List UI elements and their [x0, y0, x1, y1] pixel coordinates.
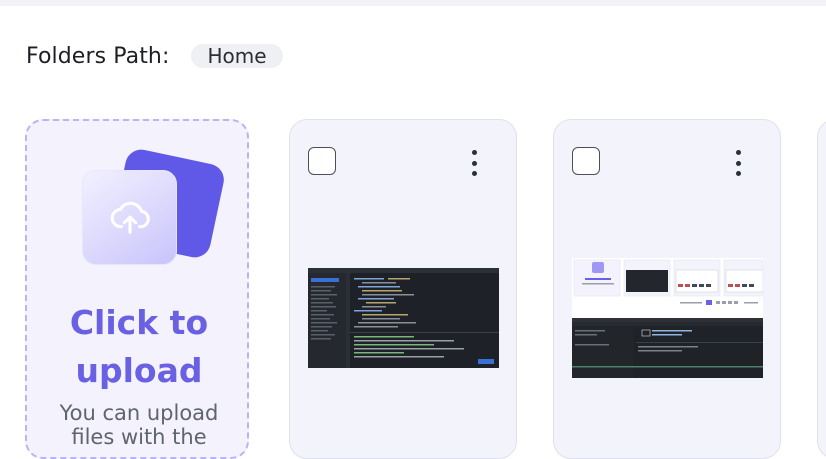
- upload-dropzone[interactable]: Click to upload You can upload files wit…: [25, 119, 249, 459]
- file-thumbnail[interactable]: [572, 258, 763, 378]
- cloud-upload-icon: [82, 170, 177, 265]
- file-card[interactable]: [553, 119, 781, 459]
- upload-title[interactable]: Click to upload: [27, 299, 251, 395]
- select-checkbox[interactable]: [308, 147, 336, 175]
- file-thumbnail[interactable]: [308, 268, 499, 368]
- select-checkbox[interactable]: [572, 147, 600, 175]
- folders-path-row: Folders Path: Home: [26, 41, 283, 71]
- more-options-icon[interactable]: [728, 150, 748, 176]
- file-card[interactable]: [289, 119, 517, 459]
- upload-hint: You can upload files with the: [59, 401, 219, 449]
- file-card[interactable]: [817, 119, 826, 459]
- breadcrumb-home[interactable]: Home: [191, 44, 283, 68]
- top-bar-edge: [0, 0, 826, 6]
- code-editor-thumbnail-art: [308, 268, 499, 368]
- upload-page-thumbnail-art: [572, 258, 763, 378]
- folders-path-label: Folders Path:: [26, 43, 170, 69]
- more-options-icon[interactable]: [464, 150, 484, 176]
